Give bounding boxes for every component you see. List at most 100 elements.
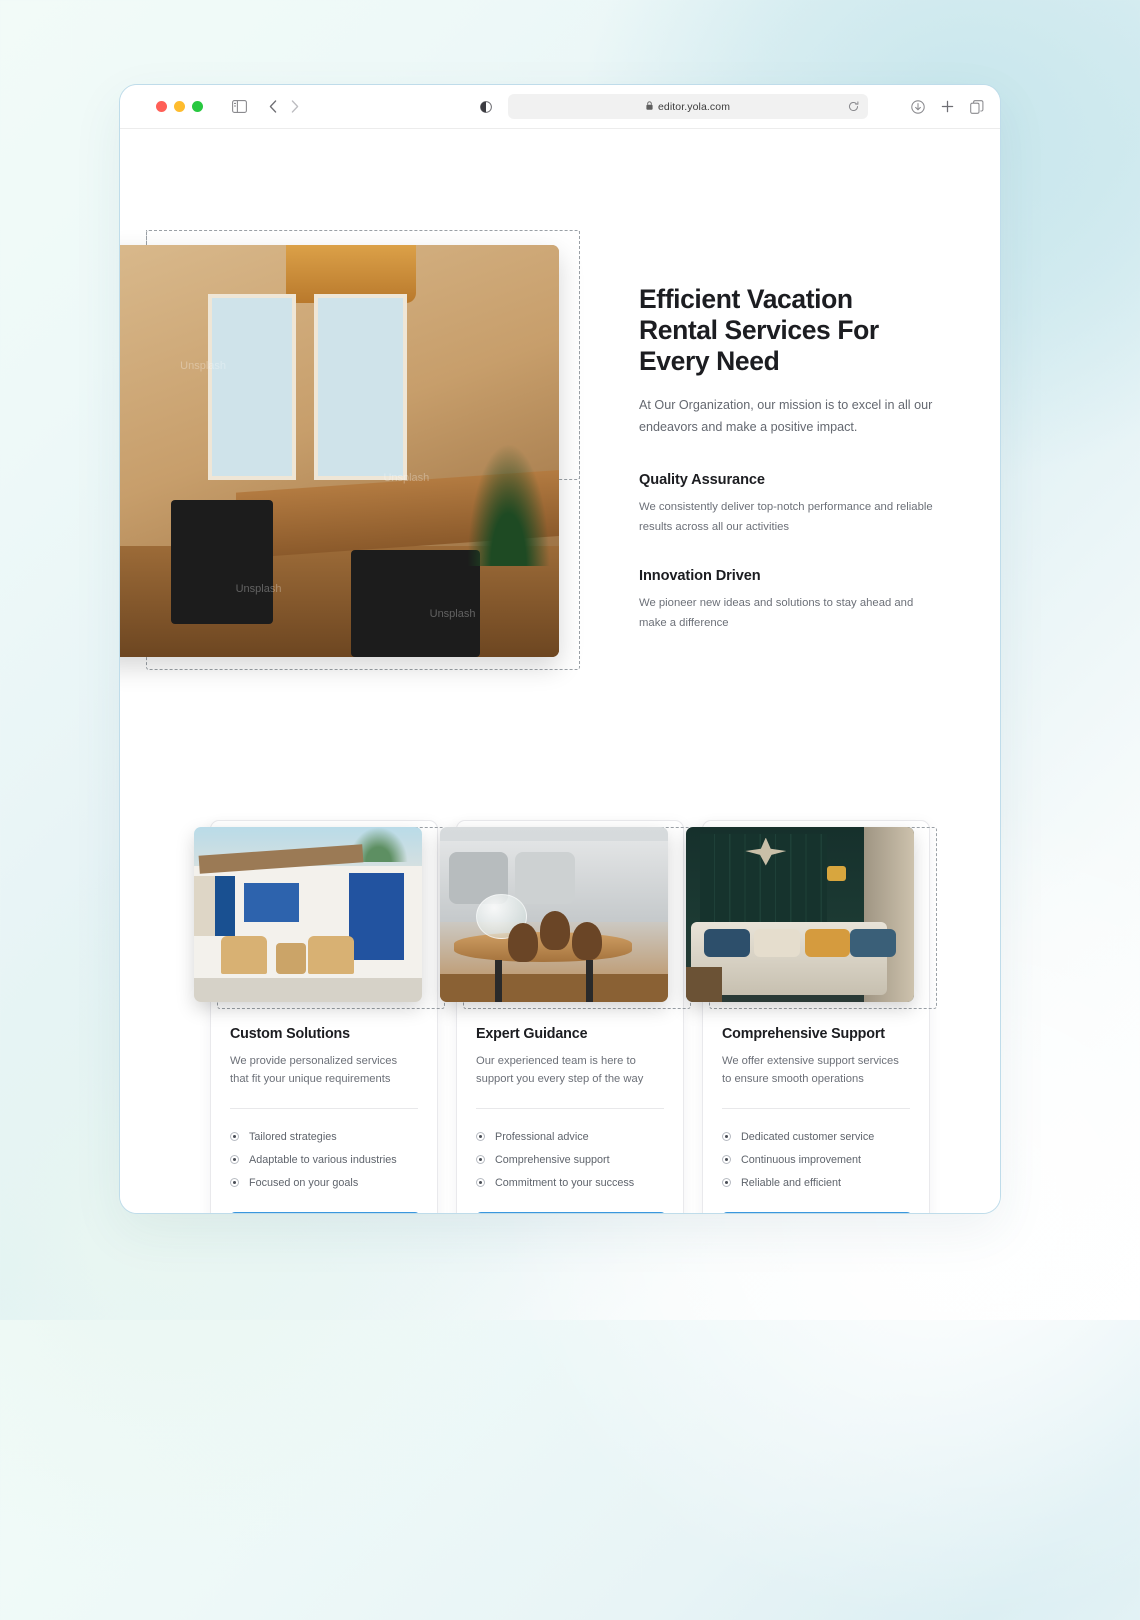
- hero-image-placeholder: Unsplash Unsplash Unsplash Unsplash: [120, 245, 559, 657]
- list-item: Adaptable to various industries: [230, 1148, 418, 1171]
- pillow-3: [804, 928, 851, 957]
- card-body: Comprehensive Support We offer extensive…: [703, 1026, 929, 1194]
- ground: [194, 977, 422, 1002]
- card-image[interactable]: [686, 827, 914, 1002]
- bullet-dot-icon: [476, 1155, 485, 1165]
- list-item-label: Commitment to your success: [495, 1176, 635, 1189]
- address-bar-url: editor.yola.com: [657, 100, 731, 113]
- bullet-dot-icon: [722, 1178, 731, 1188]
- card-comprehensive-support[interactable]: Comprehensive Support We offer extensive…: [686, 820, 937, 1213]
- table-leg-right: [585, 960, 593, 1002]
- card-divider: [476, 1108, 664, 1110]
- shutter-outer: [194, 876, 215, 936]
- card-body: Expert Guidance Our experienced team is …: [457, 1026, 683, 1194]
- downloads-icon[interactable]: [911, 99, 925, 114]
- card-title: Expert Guidance: [476, 1026, 588, 1042]
- feature-body: We pioneer new ideas and solutions to st…: [639, 597, 914, 629]
- feature-body: We consistently deliver top-notch perfor…: [639, 501, 933, 533]
- list-item: Commitment to your success: [476, 1171, 664, 1194]
- pinecone-1: [540, 911, 570, 950]
- minimize-window-button[interactable]: [174, 101, 185, 112]
- card-title: Comprehensive Support: [722, 1026, 885, 1042]
- bullet-dot-icon: [230, 1178, 239, 1188]
- tab-overview-icon[interactable]: [970, 99, 984, 114]
- maximize-window-button[interactable]: [192, 101, 203, 112]
- card-expert-guidance[interactable]: Expert Guidance Our experienced team is …: [440, 820, 691, 1213]
- lock-icon: [646, 101, 653, 112]
- pinecone-3: [508, 923, 539, 962]
- new-tab-icon[interactable]: [941, 100, 954, 113]
- list-item: Professional advice: [476, 1125, 664, 1148]
- hero-window-left: [207, 294, 296, 480]
- list-item-label: Continuous improvement: [741, 1153, 862, 1166]
- card-image[interactable]: [440, 827, 668, 1002]
- list-item: Continuous improvement: [722, 1148, 910, 1171]
- list-item: Focused on your goals: [230, 1171, 418, 1194]
- blue-door: [349, 872, 404, 960]
- list-item-label: Reliable and efficient: [741, 1176, 842, 1189]
- hero-image[interactable]: Unsplash Unsplash Unsplash Unsplash: [120, 245, 559, 657]
- hero-text-block: Efficient Vacation Rental Services For E…: [639, 284, 934, 633]
- browser-window: editor.yola.com Unsplash Unsplash Unspla…: [119, 84, 1001, 1214]
- unsplash-watermark: Unsplash: [383, 471, 430, 484]
- pinecone-2: [572, 921, 602, 960]
- list-item-label: Focused on your goals: [249, 1176, 359, 1189]
- pillow-4: [850, 928, 896, 957]
- list-item: Dedicated customer service: [722, 1125, 910, 1148]
- contact-button[interactable]: Contact: [230, 1212, 420, 1213]
- list-item-label: Comprehensive support: [495, 1153, 610, 1166]
- reload-icon[interactable]: [848, 99, 859, 117]
- bullet-dot-icon: [476, 1178, 485, 1188]
- bullet-dot-icon: [722, 1155, 731, 1165]
- contact-button[interactable]: Contact: [476, 1212, 666, 1213]
- page-title: Efficient Vacation Rental Services For E…: [639, 284, 879, 376]
- website-canvas: Unsplash Unsplash Unsplash Unsplash Effi…: [120, 129, 1000, 1213]
- bullet-dot-icon: [230, 1132, 239, 1142]
- card-description: We offer extensive support services to e…: [722, 1055, 899, 1086]
- toolbar-right-actions: [911, 99, 984, 114]
- table-leg-left: [494, 960, 502, 1002]
- contact-button[interactable]: Contact: [722, 1212, 912, 1213]
- card-image-placeholder: [686, 827, 914, 1002]
- wall-lamp: [827, 865, 846, 882]
- hero-chair-left: [170, 500, 273, 625]
- feature-heading: Quality Assurance: [639, 472, 765, 489]
- list-item: Comprehensive support: [476, 1148, 664, 1171]
- card-image-placeholder: [440, 827, 668, 1002]
- feature-quality-assurance: Quality Assurance We consistently delive…: [639, 472, 934, 537]
- address-bar[interactable]: editor.yola.com: [508, 94, 868, 119]
- card-title: Custom Solutions: [230, 1026, 350, 1042]
- window-traffic-lights[interactable]: [156, 101, 203, 112]
- list-item-label: Tailored strategies: [249, 1130, 337, 1143]
- card-image-placeholder: [194, 827, 422, 1002]
- pillow-1: [704, 928, 750, 957]
- bullet-dot-icon: [230, 1155, 239, 1165]
- close-window-button[interactable]: [156, 101, 167, 112]
- navigation-buttons[interactable]: [269, 100, 299, 113]
- list-item-label: Dedicated customer service: [741, 1130, 875, 1143]
- feature-innovation-driven: Innovation Driven We pioneer new ideas a…: [639, 568, 934, 633]
- unsplash-watermark: Unsplash: [180, 360, 227, 373]
- floor: [440, 974, 668, 1002]
- card-bullet-list: Dedicated customer service Continuous im…: [722, 1125, 910, 1194]
- sidebar-toggle-icon[interactable]: [232, 100, 247, 113]
- hero-window-right: [314, 294, 407, 480]
- card-bullet-list: Tailored strategies Adaptable to various…: [230, 1125, 418, 1194]
- browser-toolbar: editor.yola.com: [120, 85, 1000, 129]
- card-custom-solutions[interactable]: Custom Solutions We provide personalized…: [194, 820, 445, 1213]
- card-bullet-list: Professional advice Comprehensive suppor…: [476, 1125, 664, 1194]
- pillow-2: [754, 928, 800, 957]
- back-chevron-icon[interactable]: [269, 100, 277, 113]
- nightstand: [686, 967, 723, 1002]
- card-body: Custom Solutions We provide personalized…: [211, 1026, 437, 1194]
- card-description: We provide personalized services that fi…: [230, 1055, 398, 1086]
- hero-subtitle: At Our Organization, our mission is to e…: [639, 398, 933, 434]
- cushion-right: [515, 851, 575, 904]
- unsplash-watermark: Unsplash: [429, 607, 476, 620]
- reader-mode-icon[interactable]: [480, 100, 492, 113]
- rattan-chair-right: [308, 935, 354, 974]
- blue-window: [244, 883, 299, 922]
- forward-chevron-icon[interactable]: [291, 100, 299, 113]
- card-image[interactable]: [194, 827, 422, 1002]
- feature-heading: Innovation Driven: [639, 568, 761, 585]
